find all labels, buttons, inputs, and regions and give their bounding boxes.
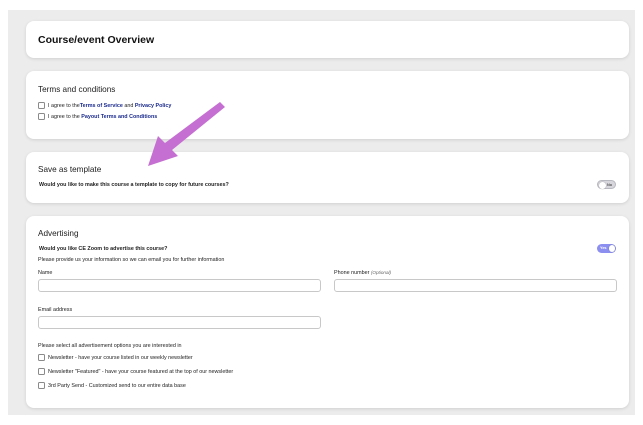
terms-title: Terms and conditions [38, 85, 116, 94]
terms-card: Terms and conditions I agree to the Term… [26, 71, 629, 139]
option-label-2: Newsletter "Featured" - have your course… [48, 368, 234, 375]
name-label: Name [38, 270, 53, 276]
toggle-knob [599, 182, 606, 189]
payout-terms-link[interactable]: Payout Terms and Conditions [81, 114, 157, 120]
advertising-info: Please provide us your information so we… [38, 257, 225, 263]
phone-optional-text: (Optional) [370, 270, 392, 275]
terms-row-2: I agree to the Payout Terms and Conditio… [38, 113, 157, 120]
toggle-text: Yes [600, 245, 607, 250]
terms-and-text: and [122, 102, 135, 109]
overview-card: Course/event Overview [26, 21, 629, 58]
terms-of-service-link[interactable]: Terms of Service [80, 103, 123, 109]
pointer-arrow-icon [148, 102, 225, 166]
email-input[interactable] [38, 316, 321, 329]
template-question: Would you like to make this course a tem… [39, 182, 229, 188]
option-checkbox-3[interactable] [38, 382, 45, 389]
advertising-question: Would you like CE Zoom to advertise this… [39, 246, 168, 252]
toggle-knob [608, 245, 615, 252]
options-intro: Please select all advertisement options … [38, 343, 182, 349]
terms-checkbox[interactable] [38, 102, 45, 109]
email-label: Email address [38, 307, 73, 313]
terms-prefix: I agree to the [48, 102, 80, 109]
advertising-title: Advertising [38, 229, 79, 238]
option-row-2: Newsletter "Featured" - have your course… [38, 368, 233, 375]
payout-terms-checkbox[interactable] [38, 113, 45, 120]
template-title: Save as template [38, 165, 102, 174]
option-checkbox-2[interactable] [38, 368, 45, 375]
page-title: Course/event Overview [38, 34, 155, 46]
advertising-card: Advertising Would you like CE Zoom to ad… [26, 216, 629, 408]
toggle-text: No [607, 182, 613, 187]
option-row-3: 3rd Party Send - Customized send to our … [38, 382, 186, 389]
template-card: Save as template Would you like to make … [26, 152, 629, 203]
page-background: Course/event Overview Terms and conditio… [8, 10, 635, 415]
phone-label: Phone number (Optional) [334, 270, 391, 276]
advertising-toggle[interactable]: Yes [597, 244, 616, 253]
option-row-1: Newsletter - have your course listed in … [38, 354, 193, 361]
phone-label-text: Phone number [334, 270, 370, 276]
option-label-1: Newsletter - have your course listed in … [48, 354, 193, 361]
name-input[interactable] [38, 279, 321, 292]
phone-input[interactable] [334, 279, 617, 292]
option-label-3: 3rd Party Send - Customized send to our … [48, 382, 186, 389]
payout-terms-prefix: I agree to the [48, 113, 82, 120]
option-checkbox-1[interactable] [38, 354, 45, 361]
template-toggle[interactable]: No [597, 180, 616, 189]
